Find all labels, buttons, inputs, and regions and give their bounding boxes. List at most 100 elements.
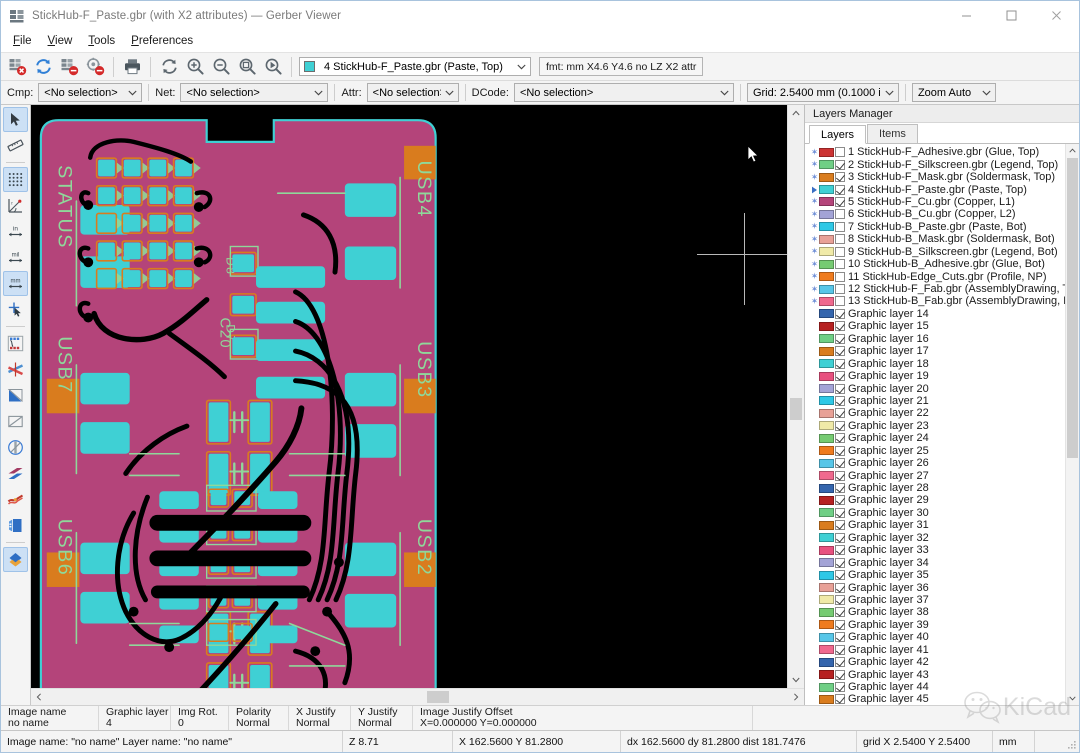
layer-row[interactable]: ✶11 StickHub-Edge_Cuts.gbr (Profile, NP) <box>805 270 1065 282</box>
layer-color-swatch[interactable] <box>819 695 834 704</box>
layer-row[interactable]: Graphic layer 30 <box>805 507 1065 519</box>
layer-row[interactable]: Graphic layer 31 <box>805 519 1065 531</box>
layer-row[interactable]: Graphic layer 16 <box>805 333 1065 345</box>
minimize-button[interactable] <box>944 1 989 30</box>
grid-select[interactable]: Grid: 2.5400 mm (0.1000 in) <box>747 83 899 102</box>
reload-all-layers-button[interactable] <box>30 55 56 79</box>
layer-row[interactable]: ✶1 StickHub-F_Adhesive.gbr (Glue, Top) <box>805 146 1065 158</box>
net-select[interactable]: <No selection> <box>180 83 328 102</box>
layer-visibility-checkbox[interactable] <box>835 421 845 431</box>
layers-list[interactable]: ✶1 StickHub-F_Adhesive.gbr (Glue, Top)✶2… <box>805 144 1079 705</box>
layer-row[interactable]: Graphic layer 23 <box>805 420 1065 432</box>
canvas-horizontal-scrollbar[interactable] <box>31 688 804 705</box>
layer-color-swatch[interactable] <box>819 347 834 356</box>
layer-visibility-checkbox[interactable] <box>835 259 845 269</box>
layer-color-swatch[interactable] <box>819 409 834 418</box>
layer-visibility-checkbox[interactable] <box>835 595 845 605</box>
layer-row[interactable]: Graphic layer 22 <box>805 407 1065 419</box>
layer-color-swatch[interactable] <box>819 210 834 219</box>
zoom-in-button[interactable] <box>182 55 208 79</box>
layer-row[interactable]: ✶3 StickHub-F_Mask.gbr (Soldermask, Top) <box>805 171 1065 183</box>
cmp-select[interactable]: <No selection> <box>38 83 142 102</box>
layer-color-swatch[interactable] <box>819 421 834 430</box>
attr-select[interactable]: <No selection> <box>367 83 459 102</box>
tab-layers[interactable]: Layers <box>809 125 866 144</box>
layer-row[interactable]: Graphic layer 21 <box>805 395 1065 407</box>
zoom-area-button[interactable] <box>260 55 286 79</box>
menu-preferences[interactable]: Preferences <box>123 33 201 50</box>
zoom-out-button[interactable] <box>208 55 234 79</box>
layer-color-swatch[interactable] <box>819 645 834 654</box>
layer-row[interactable]: 4 StickHub-F_Paste.gbr (Paste, Top) <box>805 183 1065 195</box>
zoom-fit-button[interactable] <box>234 55 260 79</box>
layer-row[interactable]: Graphic layer 18 <box>805 357 1065 369</box>
layer-color-swatch[interactable] <box>819 297 834 306</box>
layer-visibility-checkbox[interactable] <box>835 408 845 418</box>
layer-color-swatch[interactable] <box>819 583 834 592</box>
select-tool-button[interactable] <box>3 107 28 132</box>
layer-color-swatch[interactable] <box>819 633 834 642</box>
layer-row[interactable]: ✶10 StickHub-B_Adhesive.gbr (Glue, Bot) <box>805 258 1065 270</box>
layer-color-swatch[interactable] <box>819 372 834 381</box>
layer-row[interactable]: Graphic layer 35 <box>805 569 1065 581</box>
layer-color-swatch[interactable] <box>819 658 834 667</box>
layer-color-swatch[interactable] <box>819 521 834 530</box>
scroll-left-arrow-icon[interactable] <box>31 689 47 705</box>
layer-color-swatch[interactable] <box>819 459 834 468</box>
menu-tools[interactable]: Tools <box>80 33 123 50</box>
units-inches-button[interactable]: in <box>3 219 28 244</box>
toggle-grid-button[interactable] <box>3 167 28 192</box>
layer-visibility-checkbox[interactable] <box>835 657 845 667</box>
layer-visibility-checkbox[interactable] <box>835 384 845 394</box>
layer-row[interactable]: Graphic layer 27 <box>805 469 1065 481</box>
show-negative-objects-button[interactable] <box>3 409 28 434</box>
layer-color-swatch[interactable] <box>819 434 834 443</box>
layer-visibility-checkbox[interactable] <box>835 172 845 182</box>
show-polygons-sketch-button[interactable] <box>3 383 28 408</box>
layer-color-swatch[interactable] <box>819 496 834 505</box>
scroll-down-arrow-icon[interactable] <box>788 672 804 688</box>
layer-color-swatch[interactable] <box>819 608 834 617</box>
layer-row[interactable]: Graphic layer 43 <box>805 668 1065 680</box>
units-mm-button[interactable]: mm <box>3 271 28 296</box>
toggle-cursor-button[interactable] <box>3 297 28 322</box>
toggle-polar-coords-button[interactable]: r <box>3 193 28 218</box>
layer-row[interactable]: Graphic layer 37 <box>805 594 1065 606</box>
layer-color-swatch[interactable] <box>819 334 834 343</box>
layer-color-swatch[interactable] <box>819 235 834 244</box>
layer-color-swatch[interactable] <box>819 546 834 555</box>
layer-color-swatch[interactable] <box>819 222 834 231</box>
horizontal-scroll-thumb[interactable] <box>427 691 449 703</box>
layer-visibility-checkbox[interactable] <box>835 396 845 406</box>
layer-row[interactable]: Graphic layer 33 <box>805 544 1065 556</box>
layer-row[interactable]: Graphic layer 38 <box>805 606 1065 618</box>
layer-visibility-checkbox[interactable] <box>835 570 845 580</box>
layer-row[interactable]: Graphic layer 24 <box>805 432 1065 444</box>
clear-all-layers-button[interactable] <box>4 55 30 79</box>
layer-color-swatch[interactable] <box>819 446 834 455</box>
layer-row[interactable]: ✶7 StickHub-B_Paste.gbr (Paste, Bot) <box>805 221 1065 233</box>
layer-row[interactable]: Graphic layer 40 <box>805 631 1065 643</box>
layer-visibility-checkbox[interactable] <box>835 670 845 680</box>
layer-color-swatch[interactable] <box>819 471 834 480</box>
open-drill-button[interactable] <box>82 55 108 79</box>
refresh-button[interactable] <box>156 55 182 79</box>
layer-row[interactable]: Graphic layer 20 <box>805 382 1065 394</box>
layer-color-swatch[interactable] <box>819 533 834 542</box>
xor-mode-button[interactable] <box>3 487 28 512</box>
tab-items[interactable]: Items <box>867 124 918 143</box>
layer-visibility-checkbox[interactable] <box>835 533 845 543</box>
layer-row[interactable]: Graphic layer 14 <box>805 308 1065 320</box>
layer-row[interactable]: Graphic layer 17 <box>805 345 1065 357</box>
layer-row[interactable]: Graphic layer 34 <box>805 556 1065 568</box>
layer-row[interactable]: Graphic layer 41 <box>805 644 1065 656</box>
layer-visibility-checkbox[interactable] <box>835 359 845 369</box>
layer-visibility-checkbox[interactable] <box>835 446 845 456</box>
layer-visibility-checkbox[interactable] <box>835 645 845 655</box>
layer-visibility-checkbox[interactable] <box>835 694 845 704</box>
layer-visibility-checkbox[interactable] <box>835 272 845 282</box>
menu-view[interactable]: View <box>40 33 81 50</box>
layer-color-swatch[interactable] <box>819 384 834 393</box>
active-layer-select[interactable]: 4 StickHub-F_Paste.gbr (Paste, Top) <box>299 57 531 76</box>
layer-visibility-checkbox[interactable] <box>835 197 845 207</box>
